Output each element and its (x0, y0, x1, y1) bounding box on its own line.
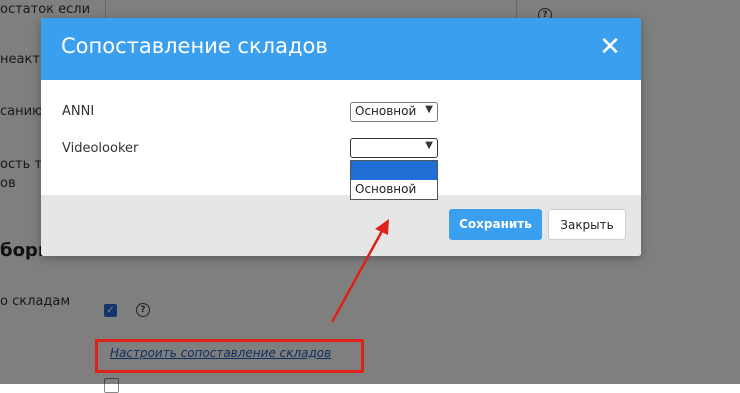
select-dropdown-list: Основной (350, 160, 438, 200)
dropdown-option[interactable] (351, 161, 437, 180)
dropdown-option[interactable]: Основной (351, 180, 437, 199)
